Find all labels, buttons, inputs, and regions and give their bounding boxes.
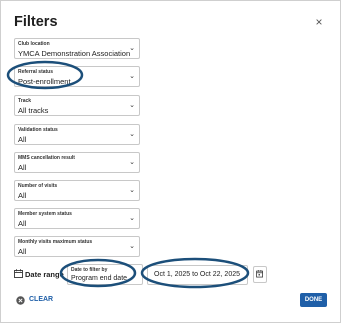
validation-status-label: Validation status — [18, 127, 58, 133]
calendar-icon — [14, 269, 23, 278]
validation-status-value: All — [18, 135, 27, 144]
club-location-value: YMCA Demonstration Association — [18, 49, 131, 58]
clear-label: CLEAR — [29, 296, 54, 303]
chevron-down-icon: ⌄ — [129, 102, 135, 109]
member-system-status-label: Member system status — [18, 211, 72, 217]
referral-status-select[interactable]: Referral status Post-enrollment ⌄ — [14, 66, 140, 87]
mms-cancellation-result-select[interactable]: MMS cancellation result All ⌄ — [14, 152, 140, 173]
date-filter-by-value: Program end date — [71, 275, 128, 282]
calendar-picker-button[interactable] — [253, 266, 267, 283]
done-button[interactable]: DONE — [300, 293, 327, 307]
filters-dialog: Filters × Club location YMCA Demonstrati… — [0, 0, 341, 323]
track-value: All tracks — [18, 106, 49, 115]
member-system-status-select[interactable]: Member system status All ⌄ — [14, 208, 140, 229]
clear-icon — [16, 296, 25, 305]
date-range-label: Date range — [25, 270, 64, 279]
referral-status-value: Post-enrollment — [18, 77, 71, 86]
mms-cancellation-result-label: MMS cancellation result — [18, 155, 75, 161]
monthly-visits-maximum-status-value: All — [18, 247, 27, 256]
club-location-label: Club location — [18, 41, 50, 47]
calendar-icon — [256, 270, 263, 278]
track-label: Track — [18, 98, 32, 104]
chevron-down-icon: ⌄ — [129, 187, 135, 194]
date-filter-by-select[interactable]: Date to filter by Program end date — [67, 264, 143, 285]
chevron-down-icon: ⌄ — [129, 159, 135, 166]
date-filter-by-label: Date to filter by — [71, 267, 108, 273]
date-range-value: Oct 1, 2025 to Oct 22, 2025 — [154, 271, 240, 278]
referral-status-label: Referral status — [18, 69, 54, 75]
chevron-down-icon: ⌄ — [129, 73, 135, 80]
chevron-down-icon: ⌄ — [129, 243, 135, 250]
number-of-visits-label: Number of visits — [18, 183, 58, 189]
club-location-select[interactable]: Club location YMCA Demonstration Associa… — [14, 38, 140, 59]
mms-cancellation-result-value: All — [18, 163, 27, 172]
monthly-visits-maximum-status-select[interactable]: Monthly visits maximum status All ⌄ — [14, 236, 140, 257]
number-of-visits-value: All — [18, 191, 27, 200]
dialog-title: Filters — [14, 14, 58, 30]
member-system-status-value: All — [18, 219, 27, 228]
number-of-visits-select[interactable]: Number of visits All ⌄ — [14, 180, 140, 201]
chevron-down-icon: ⌄ — [129, 45, 135, 52]
monthly-visits-maximum-status-label: Monthly visits maximum status — [18, 239, 93, 245]
validation-status-select[interactable]: Validation status All ⌄ — [14, 124, 140, 145]
chevron-down-icon: ⌄ — [129, 131, 135, 138]
chevron-down-icon: ⌄ — [129, 215, 135, 222]
close-icon[interactable]: × — [314, 16, 324, 28]
track-select[interactable]: Track All tracks ⌄ — [14, 95, 140, 116]
date-range-input[interactable]: Oct 1, 2025 to Oct 22, 2025 — [147, 265, 248, 285]
